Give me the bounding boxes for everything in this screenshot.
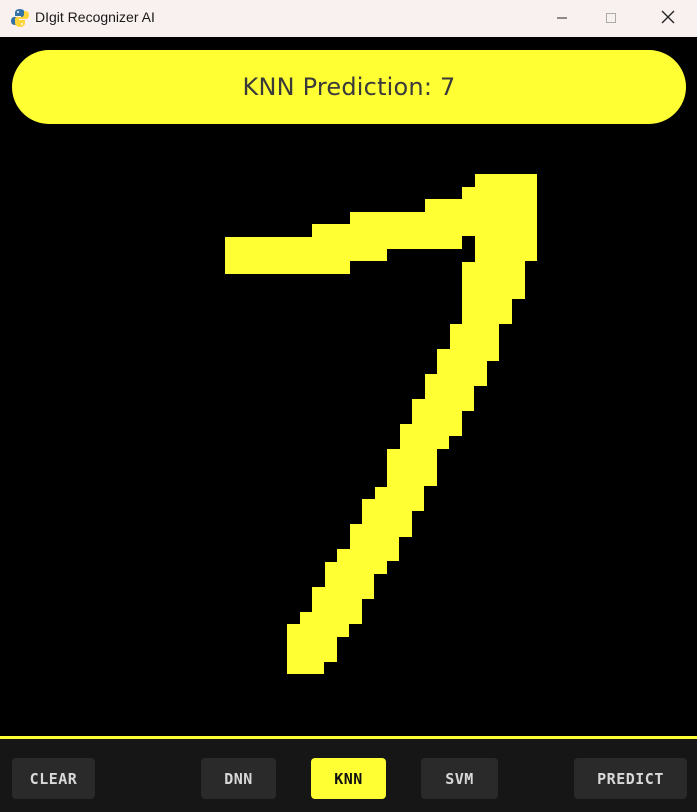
close-icon [661, 9, 675, 28]
minimize-icon [556, 9, 568, 28]
clear-button[interactable]: CLEAR [12, 758, 95, 799]
svm-model-button[interactable]: SVM [421, 758, 498, 799]
minimize-button[interactable] [539, 0, 585, 37]
python-snake-icon [11, 8, 29, 28]
window-titlebar[interactable]: DIgit Recognizer AI [0, 0, 697, 37]
bottom-toolbar: CLEAR DNN KNN SVM PREDICT [0, 739, 697, 812]
dnn-model-button[interactable]: DNN [201, 758, 276, 799]
maximize-icon [605, 9, 617, 28]
maximize-button[interactable] [588, 0, 634, 37]
prediction-label: KNN Prediction: 7 [242, 73, 456, 101]
drawn-digit-stroke [225, 174, 537, 674]
close-button[interactable] [645, 0, 691, 37]
knn-model-button[interactable]: KNN [311, 758, 386, 799]
drawing-canvas[interactable]: KNN Prediction: 7 [0, 37, 697, 736]
predict-button[interactable]: PREDICT [574, 758, 687, 799]
prediction-banner: KNN Prediction: 7 [12, 50, 686, 124]
window-title: DIgit Recognizer AI [35, 9, 155, 25]
